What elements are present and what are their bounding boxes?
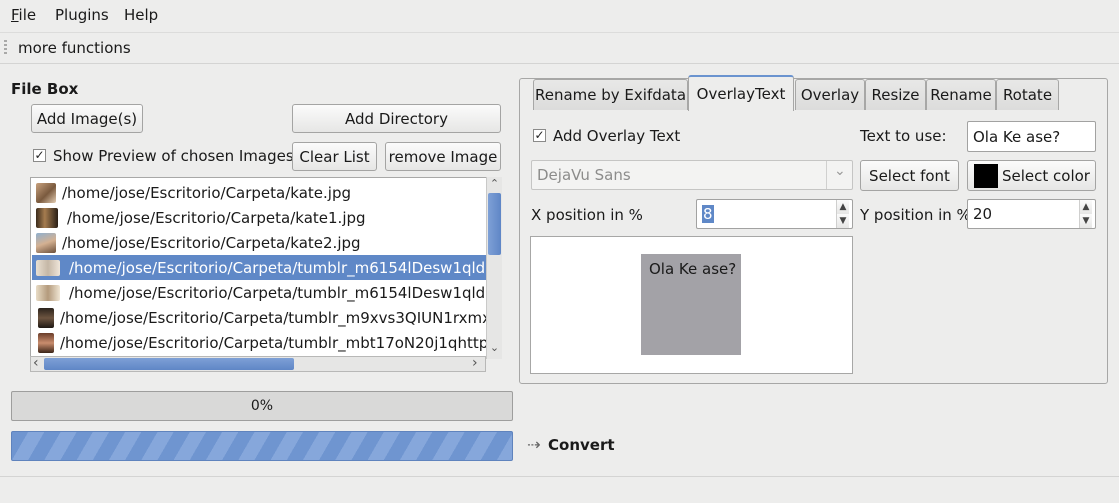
combo-divider <box>826 161 827 189</box>
image-thumbnail-icon <box>36 259 60 276</box>
image-thumbnail-icon <box>36 232 56 253</box>
spin-up-icon[interactable]: ▲ <box>836 200 849 214</box>
more-functions-button[interactable]: more functions <box>18 39 131 57</box>
list-vertical-scrollbar[interactable]: ⌃ ⌄ <box>486 177 502 359</box>
toolbar-grip-icon[interactable] <box>4 40 7 56</box>
list-item-selected[interactable]: /home/jose/Escritorio/Carpeta/tumblr_m61… <box>32 255 486 280</box>
image-file-list[interactable]: /home/jose/Escritorio/Carpeta/kate.jpg /… <box>30 177 502 359</box>
y-position-value: 20 <box>973 205 993 223</box>
menu-file-rest: ile <box>18 6 37 24</box>
list-item[interactable]: /home/jose/Escritorio/Carpeta/kate1.jpg <box>32 205 486 230</box>
select-font-button[interactable]: Select font <box>860 160 959 191</box>
image-thumbnail-icon <box>38 307 54 328</box>
status-bar <box>0 476 1119 503</box>
spin-down-icon[interactable]: ▼ <box>1079 214 1092 228</box>
x-position-spinbox[interactable]: 8 <box>696 199 853 229</box>
tab-overlay[interactable]: Overlay <box>795 79 865 110</box>
font-combobox[interactable]: DejaVu Sans ⌄ <box>531 160 853 190</box>
add-overlay-text-label: Add Overlay Text <box>553 127 681 145</box>
menu-plugins[interactable]: Plugins <box>55 6 109 24</box>
scroll-right-icon[interactable]: › <box>472 355 478 371</box>
list-horizontal-scrollbar[interactable]: ‹ › <box>30 355 486 372</box>
select-color-label: Select color <box>1002 166 1090 185</box>
image-thumbnail-icon <box>36 207 58 228</box>
vertical-scroll-thumb[interactable] <box>488 193 501 255</box>
scroll-up-icon[interactable]: ⌃ <box>487 177 502 191</box>
color-swatch-icon <box>974 163 998 188</box>
tab-resize[interactable]: Resize <box>865 79 926 110</box>
toolbar <box>0 32 1119 64</box>
preview-overlay-text: Ola Ke ase? <box>649 260 737 278</box>
scroll-down-icon[interactable]: ⌄ <box>487 342 502 357</box>
menu-help[interactable]: Help <box>124 6 158 24</box>
add-images-button[interactable]: Add Image(s) <box>31 104 143 133</box>
convert-arrow-icon: ⇢ <box>527 435 541 454</box>
list-item-path: /home/jose/Escritorio/Carpeta/tumblr_m61… <box>69 283 486 302</box>
tab-rename-by-exifdata[interactable]: Rename by Exifdata <box>533 79 688 110</box>
image-thumbnail-icon <box>36 284 60 301</box>
list-item[interactable]: /home/jose/Escritorio/Carpeta/kate2.jpg <box>32 230 486 255</box>
x-position-label: X position in % <box>531 206 643 224</box>
select-color-button[interactable]: Select color <box>967 160 1096 191</box>
y-position-spin-buttons[interactable]: ▲ ▼ <box>1079 200 1092 228</box>
x-position-spin-buttons[interactable]: ▲ ▼ <box>836 200 849 228</box>
menu-file[interactable]: File <box>11 6 36 24</box>
menu-file-mnemonic: F <box>11 6 19 24</box>
list-item-path: /home/jose/Escritorio/Carpeta/tumblr_m9x… <box>60 308 486 327</box>
add-overlay-text-checkbox[interactable]: ✓ <box>533 129 546 142</box>
image-thumbnail-icon <box>38 332 54 353</box>
list-item-path: /home/jose/Escritorio/Carpeta/tumblr_m61… <box>69 258 486 277</box>
scroll-left-icon[interactable]: ‹ <box>33 355 39 371</box>
y-position-spinbox[interactable]: 20 <box>967 199 1096 229</box>
overlay-text-input[interactable]: Ola Ke ase? <box>967 121 1096 152</box>
list-item-path: /home/jose/Escritorio/Carpeta/kate2.jpg <box>62 233 361 252</box>
convert-button[interactable]: Convert <box>548 436 615 454</box>
file-box-title: File Box <box>11 80 79 98</box>
show-preview-checkbox[interactable]: ✓ <box>33 149 46 162</box>
list-item[interactable]: /home/jose/Escritorio/Carpeta/kate.jpg <box>32 180 486 205</box>
image-thumbnail-icon <box>36 182 56 203</box>
x-position-value: 8 <box>702 205 714 223</box>
clear-list-button[interactable]: Clear List <box>292 142 377 171</box>
font-combobox-value: DejaVu Sans <box>537 166 631 184</box>
add-directory-button[interactable]: Add Directory <box>292 104 501 133</box>
list-item[interactable]: /home/jose/Escritorio/Carpeta/tumblr_mbt… <box>32 330 486 355</box>
chevron-down-icon: ⌄ <box>834 163 846 179</box>
spin-up-icon[interactable]: ▲ <box>1079 200 1092 214</box>
list-item-path: /home/jose/Escritorio/Carpeta/kate.jpg <box>62 183 351 202</box>
list-item[interactable]: /home/jose/Escritorio/Carpeta/tumblr_m61… <box>32 280 486 305</box>
show-preview-label: Show Preview of chosen Images <box>53 147 294 165</box>
list-item-path: /home/jose/Escritorio/Carpeta/tumblr_mbt… <box>60 333 486 352</box>
tab-rotate[interactable]: Rotate <box>996 79 1059 110</box>
horizontal-scroll-thumb[interactable] <box>44 358 294 370</box>
progress-label: 0% <box>250 398 274 414</box>
text-to-use-label: Text to use: <box>860 127 947 145</box>
y-position-label: Y position in % <box>860 206 971 224</box>
spin-down-icon[interactable]: ▼ <box>836 214 849 228</box>
tab-overlaytext[interactable]: OverlayText <box>688 75 794 111</box>
activity-progress-bar <box>11 431 513 461</box>
menu-bar <box>0 0 1119 32</box>
remove-image-button[interactable]: remove Image <box>385 142 501 171</box>
list-item[interactable]: /home/jose/Escritorio/Carpeta/tumblr_m9x… <box>32 305 486 330</box>
list-item-path: /home/jose/Escritorio/Carpeta/kate1.jpg <box>67 208 366 227</box>
tab-rename[interactable]: Rename <box>926 79 996 110</box>
progress-bar: 0% <box>11 391 513 421</box>
